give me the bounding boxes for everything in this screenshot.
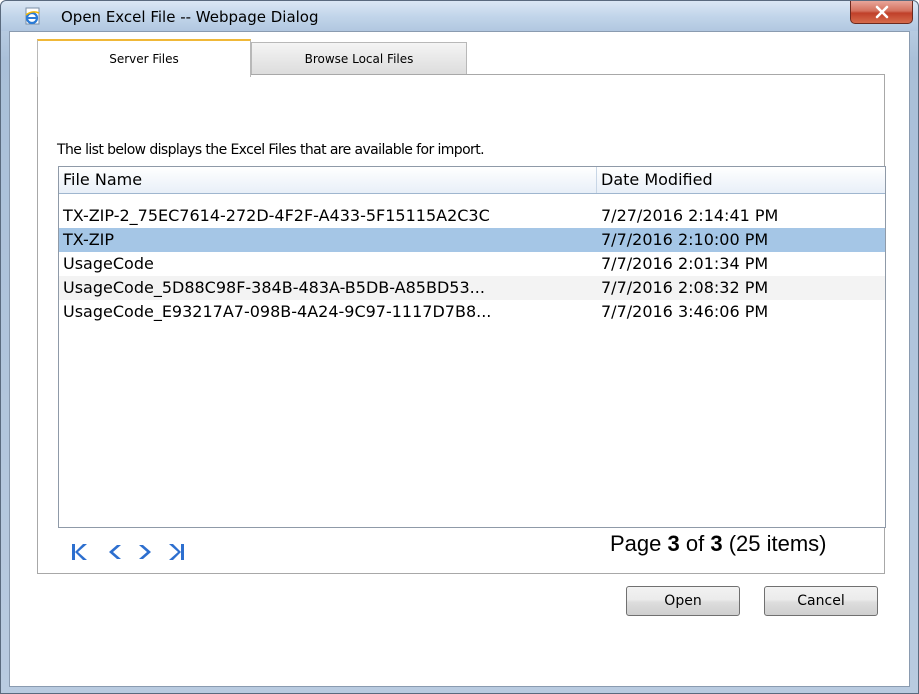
next-page-icon <box>139 545 151 559</box>
cancel-button[interactable]: Cancel <box>764 586 878 616</box>
current-page-number: 3 <box>667 531 680 556</box>
file-name-cell: UsageCode_5D88C98F-384B-483A-B5DB-A85BD5… <box>63 278 485 297</box>
table-row[interactable]: TX-ZIP-2_75EC7614-272D-4F2F-A433-5F15115… <box>59 204 885 228</box>
table-row[interactable]: UsageCode_E93217A7-098B-4A24-9C97-1117D7… <box>59 300 885 324</box>
previous-page-button[interactable] <box>105 541 127 563</box>
page-prefix: Page <box>610 531 668 556</box>
tab-label: Server Files <box>109 52 179 66</box>
tab-server-files[interactable]: Server Files <box>37 39 251 77</box>
file-name-cell: TX-ZIP <box>63 230 115 249</box>
page-of-text: of <box>679 531 711 556</box>
close-icon <box>875 5 888 19</box>
file-grid: File Name Date Modified TX-ZIP-2_75EC761… <box>58 166 886 528</box>
previous-page-icon <box>109 545 121 559</box>
date-modified-cell: 7/27/2016 2:14:41 PM <box>601 206 779 225</box>
ie-page-icon <box>23 6 43 26</box>
tab-label: Browse Local Files <box>304 52 414 66</box>
date-modified-cell: 7/7/2016 2:01:34 PM <box>601 254 769 273</box>
column-header-date-modified[interactable]: Date Modified <box>597 167 885 193</box>
first-page-button[interactable] <box>69 541 91 563</box>
file-name-cell: TX-ZIP-2_75EC7614-272D-4F2F-A433-5F15115… <box>63 206 490 225</box>
open-button[interactable]: Open <box>626 586 740 616</box>
window-title: Open Excel File -- Webpage Dialog <box>61 8 319 26</box>
file-name-cell: UsageCode <box>63 254 154 273</box>
title-bar[interactable]: Open Excel File -- Webpage Dialog <box>1 1 918 31</box>
tab-bar: Server Files Browse Local Files <box>37 39 867 77</box>
last-page-button[interactable] <box>165 541 187 563</box>
total-pages-number: 3 <box>710 531 723 556</box>
table-row[interactable]: UsageCode_5D88C98F-384B-483A-B5DB-A85BD5… <box>59 276 885 300</box>
description-text: The list below displays the Excel Files … <box>57 142 485 158</box>
next-page-button[interactable] <box>133 541 155 563</box>
tab-browse-local-files[interactable]: Browse Local Files <box>251 42 467 75</box>
date-modified-cell: 7/7/2016 3:46:06 PM <box>601 302 769 321</box>
table-row[interactable]: UsageCode 7/7/2016 2:01:34 PM <box>59 252 885 276</box>
date-modified-cell: 7/7/2016 2:10:00 PM <box>601 230 769 249</box>
page-info: Page 3 of 3 (25 items) <box>610 531 827 557</box>
dialog-window: Open Excel File -- Webpage Dialog Server… <box>0 0 919 694</box>
file-name-cell: UsageCode_E93217A7-098B-4A24-9C97-1117D7… <box>63 302 492 321</box>
pager-controls <box>69 541 259 563</box>
table-row[interactable]: TX-ZIP 7/7/2016 2:10:00 PM <box>59 228 885 252</box>
close-button[interactable] <box>850 1 913 24</box>
last-page-icon <box>169 544 184 560</box>
grid-header: File Name Date Modified <box>59 167 885 194</box>
date-modified-cell: 7/7/2016 2:08:32 PM <box>601 278 769 297</box>
items-count: (25 items) <box>722 531 827 556</box>
first-page-icon <box>72 544 87 560</box>
column-header-file-name[interactable]: File Name <box>59 167 597 193</box>
